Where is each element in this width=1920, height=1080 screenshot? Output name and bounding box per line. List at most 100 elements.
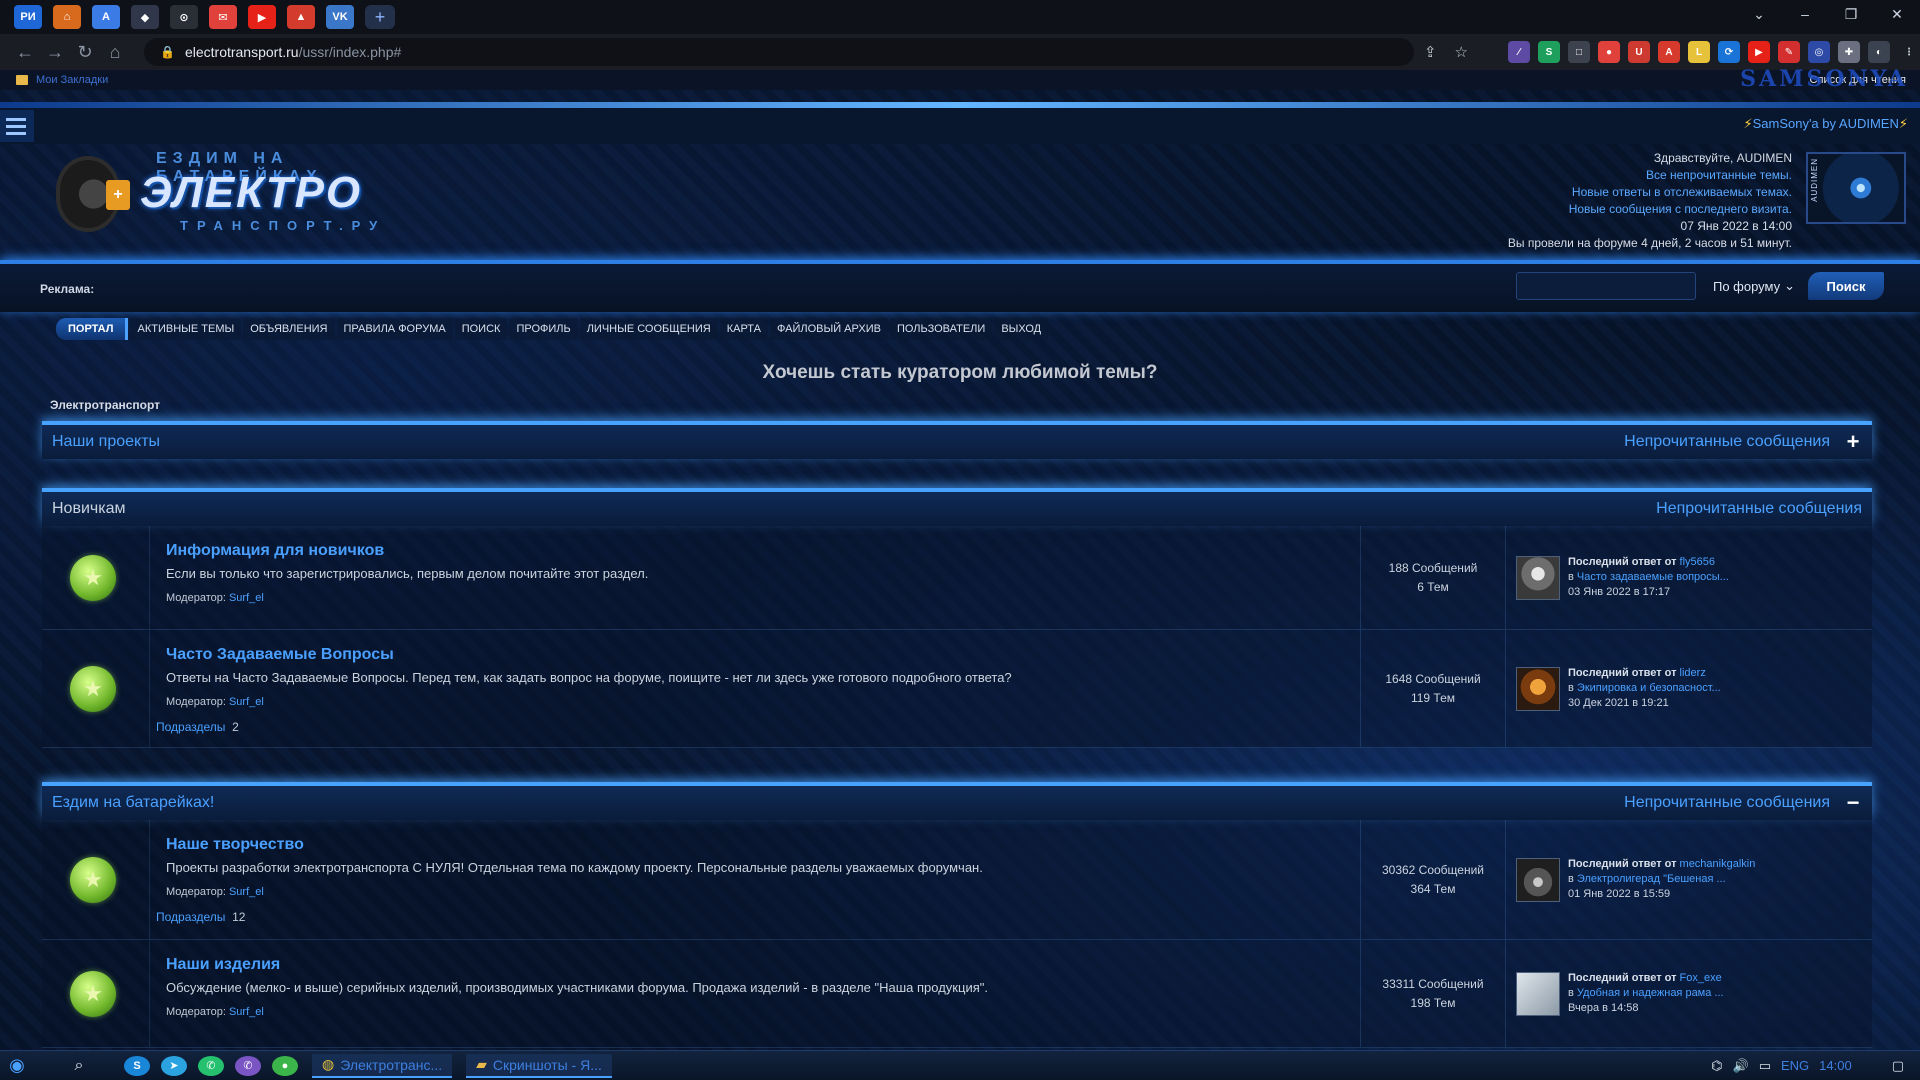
extension-icon[interactable]: ∕: [1508, 41, 1530, 63]
last-post-avatar[interactable]: [1516, 857, 1560, 902]
forum-title-link[interactable]: Информация для новичков: [166, 542, 384, 560]
last-post-avatar[interactable]: [1516, 666, 1560, 711]
docs-tab-icon[interactable]: A: [92, 5, 120, 29]
last-post-user-link[interactable]: fly5656: [1680, 556, 1715, 568]
forum-title-link[interactable]: Наши изделия: [166, 956, 280, 974]
avatar[interactable]: AUDIMEN: [1806, 152, 1906, 224]
close-window-button[interactable]: ✕: [1874, 0, 1920, 28]
vk-tab-icon[interactable]: VK: [326, 5, 354, 29]
url-input[interactable]: 🔒 electrotransport.ru/ussr/index.php#: [144, 38, 1414, 66]
moderator-link[interactable]: Surf_el: [229, 1006, 264, 1018]
bookmarks-folder-link[interactable]: Мои Закладки: [36, 74, 108, 86]
warning-tab-icon[interactable]: ▲: [287, 5, 315, 29]
nav-map[interactable]: КАРТА: [719, 318, 768, 340]
last-post-avatar[interactable]: [1516, 971, 1560, 1016]
subforums-link[interactable]: Подразделы: [156, 720, 225, 734]
category-title[interactable]: Новичкам: [52, 500, 125, 518]
back-icon[interactable]: ←: [12, 39, 38, 65]
language-indicator[interactable]: ENG: [1781, 1058, 1809, 1073]
profile-icon[interactable]: ◐: [1868, 41, 1890, 63]
site-logo[interactable]: + ЕЗДИМ НА БАТАРЕЙКАХ ЭЛЕКТРО ТРАНСПОРТ.…: [56, 150, 377, 234]
tab-search-icon[interactable]: ⌄: [1736, 0, 1782, 28]
category-title[interactable]: Наши проекты: [52, 433, 160, 451]
shield-tab-icon[interactable]: ⌂: [53, 5, 81, 29]
nav-active-topics[interactable]: АКТИВНЫЕ ТЕМЫ: [130, 318, 242, 340]
lock-icon[interactable]: 🔒: [160, 45, 175, 59]
minimize-button[interactable]: –: [1782, 0, 1828, 28]
announcement-banner[interactable]: Хочешь стать куратором любимой темы?: [0, 362, 1920, 384]
all-unread-link[interactable]: Все непрочитанные темы.: [1508, 167, 1792, 184]
messenger-icon[interactable]: ●: [272, 1055, 298, 1076]
skype-icon[interactable]: S: [124, 1055, 150, 1076]
nav-users[interactable]: ПОЛЬЗОВАТЕЛИ: [889, 318, 993, 340]
browser-menu-icon[interactable]: ⋮: [1898, 41, 1920, 63]
extension-icon[interactable]: A: [1658, 41, 1680, 63]
puzzle-extensions-icon[interactable]: ✚: [1838, 41, 1860, 63]
volume-icon[interactable]: 🔊: [1733, 1058, 1749, 1074]
theme-credit-link[interactable]: ⚡SamSony'a by AUDIMEN⚡: [1743, 116, 1908, 132]
taskbar-app-browser[interactable]: ◍ Электротранс...: [312, 1053, 453, 1078]
extension-icon[interactable]: U: [1628, 41, 1650, 63]
last-post-topic-link[interactable]: Часто задаваемые вопросы...: [1577, 571, 1729, 583]
extension-icon[interactable]: ✎: [1778, 41, 1800, 63]
watched-replies-link[interactable]: Новые ответы в отслеживаемых темах.: [1508, 184, 1792, 201]
youtube-tab-icon[interactable]: ▶: [248, 5, 276, 29]
new-since-last-visit-link[interactable]: Новые сообщения с последнего визита.: [1508, 201, 1792, 218]
extension-icon[interactable]: S: [1538, 41, 1560, 63]
bookmark-star-icon[interactable]: ☆: [1455, 43, 1468, 61]
whatsapp-icon[interactable]: ✆: [198, 1055, 224, 1076]
moderator-link[interactable]: Surf_el: [229, 592, 264, 604]
forward-icon[interactable]: →: [42, 39, 68, 65]
extension-icon[interactable]: ⟳: [1718, 41, 1740, 63]
extension-icon[interactable]: □: [1568, 41, 1590, 63]
telegram-icon[interactable]: ➤: [161, 1055, 187, 1076]
extension-icon[interactable]: ●: [1598, 41, 1620, 63]
cube-tab-icon[interactable]: ◆: [131, 5, 159, 29]
search-button[interactable]: Поиск: [1808, 272, 1884, 300]
unread-messages-link[interactable]: Непрочитанные сообщения: [1624, 794, 1830, 812]
mail-tab-icon[interactable]: ✉: [209, 5, 237, 29]
last-post-topic-link[interactable]: Электролигерад "Бешеная ...: [1577, 873, 1726, 885]
notifications-icon[interactable]: ▢: [1892, 1058, 1904, 1074]
last-post-user-link[interactable]: mechanikgalkin: [1680, 858, 1756, 870]
extension-icon[interactable]: L: [1688, 41, 1710, 63]
subforums-link[interactable]: Подразделы: [156, 910, 225, 924]
last-post-topic-link[interactable]: Удобная и надежная рама ...: [1577, 987, 1724, 999]
unread-messages-link[interactable]: Непрочитанные сообщения: [1624, 433, 1830, 451]
restore-button[interactable]: ❐: [1828, 0, 1874, 28]
last-post-avatar[interactable]: [1516, 555, 1560, 600]
unread-messages-link[interactable]: Непрочитанные сообщения: [1656, 500, 1862, 518]
last-post-user-link[interactable]: Fox_exe: [1680, 972, 1722, 984]
extension-icon[interactable]: ▶: [1748, 41, 1770, 63]
forum-title-link[interactable]: Часто Задаваемые Вопросы: [166, 646, 394, 664]
last-post-topic-link[interactable]: Экипировка и безопасност...: [1577, 682, 1721, 694]
network-icon[interactable]: ⌬: [1711, 1058, 1722, 1074]
forum-title-link[interactable]: Наше творчество: [166, 836, 304, 854]
github-tab-icon[interactable]: ⊙: [170, 5, 198, 29]
nav-announcements[interactable]: ОБЪЯВЛЕНИЯ: [243, 318, 335, 340]
extension-icon[interactable]: ◎: [1808, 41, 1830, 63]
nav-profile[interactable]: ПРОФИЛЬ: [509, 318, 578, 340]
category-title[interactable]: Ездим на батарейках!: [52, 794, 214, 812]
viber-icon[interactable]: ✆: [235, 1055, 261, 1076]
collapse-icon[interactable]: −: [1844, 792, 1862, 814]
reload-icon[interactable]: ↻: [72, 39, 98, 65]
clock[interactable]: 14:00: [1819, 1058, 1852, 1073]
taskbar-app-explorer[interactable]: ▰ Скриншоты - Я...: [466, 1053, 612, 1078]
expand-icon[interactable]: +: [1844, 431, 1862, 453]
moderator-link[interactable]: Surf_el: [229, 886, 264, 898]
nav-file-archive[interactable]: ФАЙЛОВЫЙ АРХИВ: [770, 318, 888, 340]
last-post-user-link[interactable]: liderz: [1680, 667, 1706, 679]
search-scope-select[interactable]: По форуму ⌄: [1708, 272, 1800, 300]
nav-portal[interactable]: ПОРТАЛ: [56, 318, 129, 340]
nav-search[interactable]: ПОИСК: [454, 318, 508, 340]
start-icon[interactable]: ◉: [0, 1051, 34, 1080]
share-icon[interactable]: ⇪: [1424, 43, 1437, 61]
nav-private-messages[interactable]: ЛИЧНЫЕ СООБЩЕНИЯ: [579, 318, 718, 340]
search-icon[interactable]: ⌕: [64, 1057, 94, 1075]
nav-logout[interactable]: ВЫХОД: [994, 318, 1049, 340]
home-icon[interactable]: ⌂: [102, 39, 128, 65]
moderator-link[interactable]: Surf_el: [229, 696, 264, 708]
ru-site-tab-icon[interactable]: РИ: [14, 5, 42, 29]
new-tab-button[interactable]: +: [365, 5, 395, 29]
